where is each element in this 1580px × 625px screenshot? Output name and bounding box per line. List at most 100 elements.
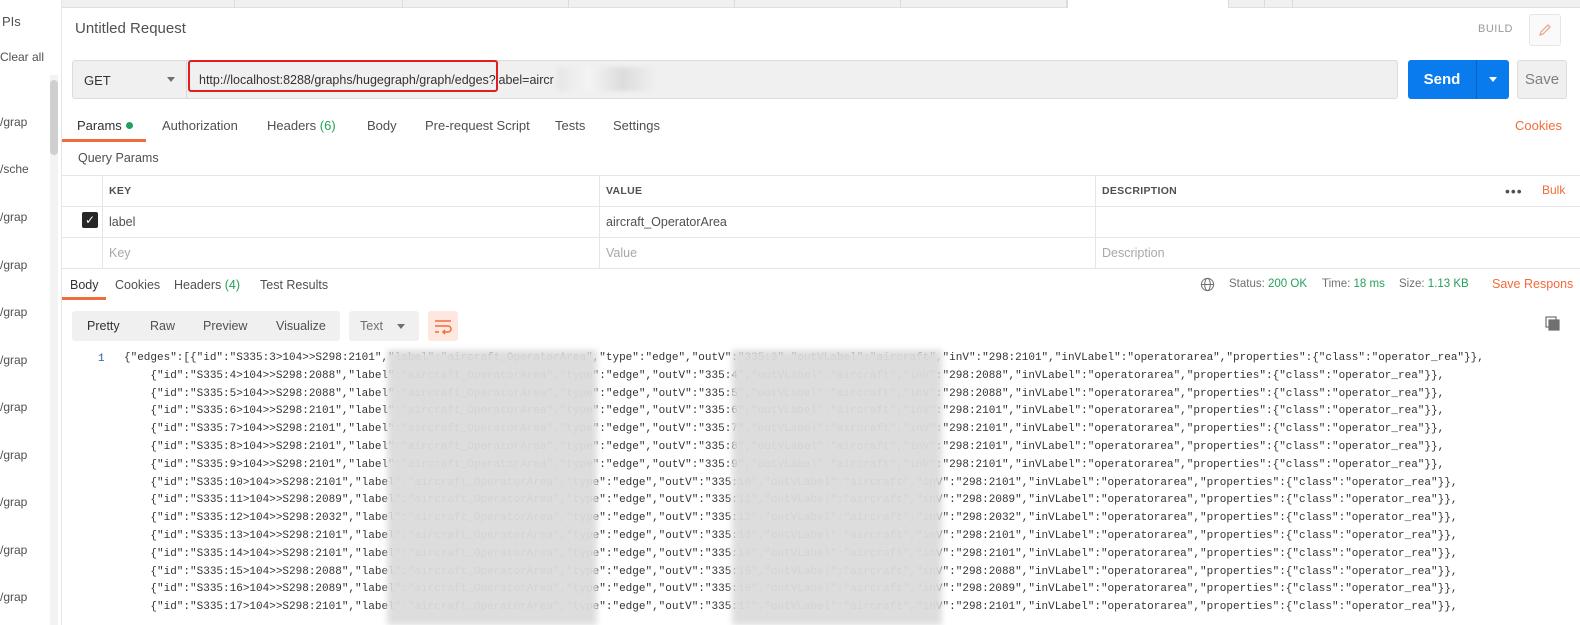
time-label: Time:	[1322, 278, 1351, 290]
method-select[interactable]: GET	[73, 61, 187, 98]
sidebar-scroll-thumb[interactable]	[50, 80, 58, 155]
tab-body[interactable]: Body	[367, 118, 397, 133]
active-response-tab-underline	[62, 297, 106, 300]
tab-settings[interactable]: Settings	[613, 118, 660, 133]
response-tab-headers-count: (4)	[224, 278, 241, 292]
chevron-down-icon	[167, 77, 175, 82]
wrap-lines-icon	[435, 320, 452, 335]
redacted-area	[387, 350, 597, 625]
table-cell	[62, 238, 102, 269]
tab-headers-label: Headers	[267, 118, 317, 133]
new-tab-button[interactable]	[1237, 0, 1265, 8]
response-time[interactable]: Time: 18 ms	[1322, 278, 1385, 290]
send-label: Send	[1423, 71, 1461, 88]
request-tab[interactable]	[569, 0, 735, 8]
tab-tests[interactable]: Tests	[555, 118, 585, 133]
param-description-field[interactable]	[1095, 207, 1580, 238]
param-value-field[interactable]: aircraft_OperatorArea	[599, 207, 1095, 238]
response-tab-test-results[interactable]: Test Results	[260, 278, 328, 292]
sidebar-history-item[interactable]: /grap	[0, 543, 27, 557]
format-preview[interactable]: Preview	[203, 319, 247, 333]
redacted-area	[557, 67, 655, 91]
line-number: 1	[98, 353, 105, 365]
query-params-table: KEY VALUE DESCRIPTION label aircraft_Ope…	[62, 175, 1580, 269]
sidebar-scrollbar[interactable]	[50, 75, 58, 625]
size-label: Size:	[1399, 278, 1425, 290]
response-format-tabs: Pretty Raw Preview Visualize	[72, 311, 340, 341]
params-active-dot	[125, 122, 133, 129]
wrap-lines-button[interactable]	[428, 311, 458, 341]
time-value: 18 ms	[1353, 278, 1385, 290]
tab-options-button[interactable]	[1265, 0, 1293, 8]
param-key-field[interactable]: label	[102, 207, 599, 238]
response-tab-cookies[interactable]: Cookies	[115, 278, 160, 292]
request-tab[interactable]	[735, 0, 901, 8]
sidebar-history-item[interactable]: /grap	[0, 210, 27, 224]
clear-all-button[interactable]: Clear all	[0, 50, 44, 64]
tab-authorization[interactable]: Authorization	[162, 118, 238, 133]
send-options-button[interactable]	[1476, 60, 1509, 99]
response-size[interactable]: Size: 1.13 KB	[1399, 278, 1469, 290]
table-cell	[62, 176, 102, 207]
response-type-select[interactable]: Text	[349, 311, 419, 341]
new-value-input[interactable]: Value	[599, 238, 1095, 269]
value-column-header: VALUE	[599, 176, 1095, 207]
tab-params-label: Params	[77, 118, 122, 133]
pencil-icon	[1539, 24, 1551, 36]
sidebar-history-item[interactable]: /sche	[0, 162, 29, 176]
format-raw[interactable]: Raw	[150, 319, 175, 333]
sidebar-history-item[interactable]: /grap	[0, 400, 27, 414]
request-title[interactable]: Untitled Request	[75, 20, 186, 37]
copy-icon[interactable]	[1545, 316, 1561, 332]
sidebar-history-item[interactable]: /grap	[0, 448, 27, 462]
new-key-input[interactable]: Key	[102, 238, 599, 269]
request-tab[interactable]	[235, 0, 403, 8]
chevron-down-icon	[1489, 77, 1497, 82]
build-label: BUILD	[1478, 23, 1513, 35]
more-options-icon[interactable]: •••	[1505, 183, 1523, 199]
table-row-new: Key Value Description	[62, 238, 1580, 269]
cookies-link[interactable]: Cookies	[1515, 118, 1562, 133]
status-value: 200 OK	[1268, 278, 1308, 290]
edit-button[interactable]	[1529, 14, 1561, 46]
format-visualize[interactable]: Visualize	[276, 319, 326, 333]
send-button[interactable]: Send	[1408, 60, 1509, 99]
save-response-button[interactable]: Save Respons	[1492, 277, 1573, 291]
request-config-tabs: Params Authorization Headers (6) Body Pr…	[62, 112, 1580, 144]
key-column-header: KEY	[102, 176, 599, 207]
tab-pre-request-script[interactable]: Pre-request Script	[425, 118, 530, 133]
response-status[interactable]: Status: 200 OK	[1229, 278, 1307, 290]
response-tab-headers-label: Headers	[174, 278, 222, 292]
response-type-label: Text	[360, 319, 383, 333]
redacted-area	[732, 350, 942, 625]
bulk-edit-link[interactable]: Bulk	[1542, 183, 1565, 197]
tab-headers[interactable]: Headers (6)	[267, 118, 336, 133]
response-tab-headers[interactable]: Headers (4)	[174, 278, 240, 292]
new-description-input[interactable]: Description	[1095, 238, 1580, 269]
request-tab-strip	[62, 0, 1580, 8]
request-tab-active[interactable]	[1067, 0, 1229, 8]
sidebar-history-item[interactable]: /grap	[0, 495, 27, 509]
table-header-row: KEY VALUE DESCRIPTION	[62, 176, 1580, 207]
globe-icon[interactable]	[1200, 277, 1215, 292]
size-value: 1.13 KB	[1427, 278, 1469, 290]
request-tab[interactable]	[901, 0, 1067, 8]
method-label: GET	[84, 73, 111, 88]
param-enabled-checkbox[interactable]: ✓	[82, 212, 98, 228]
chevron-down-icon	[397, 324, 405, 329]
request-tab[interactable]	[62, 0, 235, 8]
response-tab-body[interactable]: Body	[70, 278, 99, 292]
response-body-code[interactable]: 1 {"edges":[{"id":"S335:3>104>>S298:2101…	[62, 350, 1580, 625]
table-row: label aircraft_OperatorArea	[62, 207, 1580, 238]
sidebar-history-item[interactable]: /grap	[0, 115, 27, 129]
history-sidebar: PIs Clear all /grap /sche /grap /grap /g…	[0, 0, 62, 625]
sidebar-history-item[interactable]: /grap	[0, 590, 27, 604]
sidebar-history-item[interactable]: /grap	[0, 353, 27, 367]
save-button[interactable]: Save	[1517, 60, 1567, 99]
request-tab[interactable]	[403, 0, 569, 8]
format-pretty[interactable]: Pretty	[87, 319, 120, 333]
sidebar-apis-label: PIs	[2, 14, 21, 29]
tab-params[interactable]: Params	[77, 118, 133, 133]
sidebar-history-item[interactable]: /grap	[0, 305, 27, 319]
sidebar-history-item[interactable]: /grap	[0, 258, 27, 272]
